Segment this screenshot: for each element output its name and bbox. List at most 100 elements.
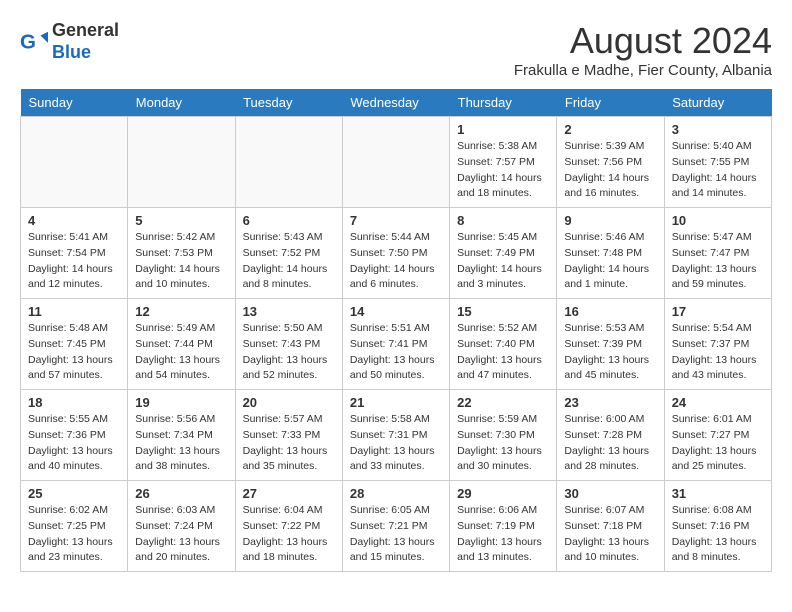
day-number: 24 <box>672 395 764 410</box>
day-cell-17: 17Sunrise: 5:54 AMSunset: 7:37 PMDayligh… <box>664 299 771 390</box>
day-info: Sunrise: 5:59 AMSunset: 7:30 PMDaylight:… <box>457 412 549 475</box>
day-cell-7: 7Sunrise: 5:44 AMSunset: 7:50 PMDaylight… <box>342 208 449 299</box>
day-info: Sunrise: 5:47 AMSunset: 7:47 PMDaylight:… <box>672 230 764 293</box>
day-cell-26: 26 Sunrise: 6:03 AMSunset: 7:24 PMDayligh… <box>128 481 235 572</box>
day-info: Sunrise: 6:02 AMSunset: 7:25 PMDaylight:… <box>28 503 120 566</box>
day-cell-24: 24 Sunrise: 6:01 AMSunset: 7:27 PMDayligh… <box>664 390 771 481</box>
day-info: Sunrise: 5:50 AMSunset: 7:43 PMDaylight:… <box>243 321 335 384</box>
day-info: Sunrise: 6:03 AMSunset: 7:24 PMDaylight:… <box>135 503 227 566</box>
day-number: 21 <box>350 395 442 410</box>
day-info: Sunrise: 5:54 AMSunset: 7:37 PMDaylight:… <box>672 321 764 384</box>
day-number: 6 <box>243 213 335 228</box>
day-cell-19: 19 Sunrise: 5:56 AMSunset: 7:34 PMDayligh… <box>128 390 235 481</box>
col-header-saturday: Saturday <box>664 89 771 117</box>
day-number: 10 <box>672 213 764 228</box>
day-number: 8 <box>457 213 549 228</box>
empty-cell <box>235 117 342 208</box>
day-number: 11 <box>28 304 120 319</box>
day-number: 27 <box>243 486 335 501</box>
empty-cell <box>128 117 235 208</box>
day-info: Sunrise: 5:53 AMSunset: 7:39 PMDaylight:… <box>564 321 656 384</box>
day-info: Sunrise: 5:41 AMSunset: 7:54 PMDaylight:… <box>28 230 120 293</box>
day-info: Sunrise: 6:00 AMSunset: 7:28 PMDaylight:… <box>564 412 656 475</box>
day-cell-20: 20 Sunrise: 5:57 AMSunset: 7:33 PMDayligh… <box>235 390 342 481</box>
week-row-3: 11 Sunrise: 5:48 AMSunset: 7:45 PMDayligh… <box>21 299 772 390</box>
day-cell-6: 6 Sunrise: 5:43 AMSunset: 7:52 PMDaylight… <box>235 208 342 299</box>
day-number: 7 <box>350 213 442 228</box>
day-number: 30 <box>564 486 656 501</box>
day-info: Sunrise: 5:46 AMSunset: 7:48 PMDaylight:… <box>564 230 656 293</box>
logo-text: General Blue <box>52 20 119 63</box>
day-cell-1: 1 Sunrise: 5:38 AMSunset: 7:57 PMDaylight… <box>450 117 557 208</box>
empty-cell <box>21 117 128 208</box>
day-number: 16 <box>564 304 656 319</box>
day-info: Sunrise: 5:39 AMSunset: 7:56 PMDaylight:… <box>564 139 656 202</box>
day-cell-21: 21Sunrise: 5:58 AMSunset: 7:31 PMDayligh… <box>342 390 449 481</box>
day-number: 22 <box>457 395 549 410</box>
day-number: 26 <box>135 486 227 501</box>
day-number: 12 <box>135 304 227 319</box>
day-info: Sunrise: 5:56 AMSunset: 7:34 PMDaylight:… <box>135 412 227 475</box>
day-number: 5 <box>135 213 227 228</box>
day-cell-27: 27 Sunrise: 6:04 AMSunset: 7:22 PMDayligh… <box>235 481 342 572</box>
location: Frakulla e Madhe, Fier County, Albania <box>514 62 772 79</box>
day-number: 14 <box>350 304 442 319</box>
col-header-friday: Friday <box>557 89 664 117</box>
day-info: Sunrise: 6:01 AMSunset: 7:27 PMDaylight:… <box>672 412 764 475</box>
day-number: 3 <box>672 122 764 137</box>
day-cell-5: 5 Sunrise: 5:42 AMSunset: 7:53 PMDaylight… <box>128 208 235 299</box>
day-cell-30: 30Sunrise: 6:07 AMSunset: 7:18 PMDayligh… <box>557 481 664 572</box>
day-info: Sunrise: 5:38 AMSunset: 7:57 PMDaylight:… <box>457 139 549 202</box>
day-cell-22: 22 Sunrise: 5:59 AMSunset: 7:30 PMDayligh… <box>450 390 557 481</box>
day-info: Sunrise: 6:06 AMSunset: 7:19 PMDaylight:… <box>457 503 549 566</box>
day-number: 15 <box>457 304 549 319</box>
day-number: 25 <box>28 486 120 501</box>
day-info: Sunrise: 5:55 AMSunset: 7:36 PMDaylight:… <box>28 412 120 475</box>
empty-cell <box>342 117 449 208</box>
day-number: 13 <box>243 304 335 319</box>
month-year: August 2024 <box>514 20 772 62</box>
day-number: 4 <box>28 213 120 228</box>
day-number: 19 <box>135 395 227 410</box>
col-header-wednesday: Wednesday <box>342 89 449 117</box>
day-cell-18: 18 Sunrise: 5:55 AMSunset: 7:36 PMDayligh… <box>21 390 128 481</box>
day-number: 23 <box>564 395 656 410</box>
week-row-4: 18 Sunrise: 5:55 AMSunset: 7:36 PMDayligh… <box>21 390 772 481</box>
header-row: SundayMondayTuesdayWednesdayThursdayFrid… <box>21 89 772 117</box>
day-info: Sunrise: 5:42 AMSunset: 7:53 PMDaylight:… <box>135 230 227 293</box>
day-info: Sunrise: 5:51 AMSunset: 7:41 PMDaylight:… <box>350 321 442 384</box>
day-cell-11: 11 Sunrise: 5:48 AMSunset: 7:45 PMDayligh… <box>21 299 128 390</box>
day-cell-4: 4 Sunrise: 5:41 AMSunset: 7:54 PMDaylight… <box>21 208 128 299</box>
day-info: Sunrise: 5:57 AMSunset: 7:33 PMDaylight:… <box>243 412 335 475</box>
day-cell-2: 2 Sunrise: 5:39 AMSunset: 7:56 PMDaylight… <box>557 117 664 208</box>
day-number: 20 <box>243 395 335 410</box>
logo-icon: G <box>20 28 48 56</box>
week-row-1: 1 Sunrise: 5:38 AMSunset: 7:57 PMDaylight… <box>21 117 772 208</box>
day-cell-28: 28Sunrise: 6:05 AMSunset: 7:21 PMDayligh… <box>342 481 449 572</box>
col-header-sunday: Sunday <box>21 89 128 117</box>
day-number: 1 <box>457 122 549 137</box>
week-row-2: 4 Sunrise: 5:41 AMSunset: 7:54 PMDaylight… <box>21 208 772 299</box>
day-info: Sunrise: 6:04 AMSunset: 7:22 PMDaylight:… <box>243 503 335 566</box>
day-info: Sunrise: 5:52 AMSunset: 7:40 PMDaylight:… <box>457 321 549 384</box>
col-header-monday: Monday <box>128 89 235 117</box>
day-number: 9 <box>564 213 656 228</box>
col-header-tuesday: Tuesday <box>235 89 342 117</box>
day-info: Sunrise: 5:48 AMSunset: 7:45 PMDaylight:… <box>28 321 120 384</box>
calendar-table: SundayMondayTuesdayWednesdayThursdayFrid… <box>20 89 772 572</box>
day-cell-14: 14 Sunrise: 5:51 AMSunset: 7:41 PMDayligh… <box>342 299 449 390</box>
day-info: Sunrise: 6:08 AMSunset: 7:16 PMDaylight:… <box>672 503 764 566</box>
day-cell-8: 8Sunrise: 5:45 AMSunset: 7:49 PMDaylight… <box>450 208 557 299</box>
page-header: G General Blue August 2024 Frakulla e Ma… <box>20 20 772 79</box>
day-cell-15: 15 Sunrise: 5:52 AMSunset: 7:40 PMDayligh… <box>450 299 557 390</box>
day-cell-9: 9 Sunrise: 5:46 AMSunset: 7:48 PMDaylight… <box>557 208 664 299</box>
col-header-thursday: Thursday <box>450 89 557 117</box>
day-number: 18 <box>28 395 120 410</box>
day-cell-10: 10 Sunrise: 5:47 AMSunset: 7:47 PMDayligh… <box>664 208 771 299</box>
day-cell-12: 12Sunrise: 5:49 AMSunset: 7:44 PMDayligh… <box>128 299 235 390</box>
day-number: 2 <box>564 122 656 137</box>
day-info: Sunrise: 5:43 AMSunset: 7:52 PMDaylight:… <box>243 230 335 293</box>
day-number: 29 <box>457 486 549 501</box>
svg-text:G: G <box>20 30 36 53</box>
day-number: 31 <box>672 486 764 501</box>
